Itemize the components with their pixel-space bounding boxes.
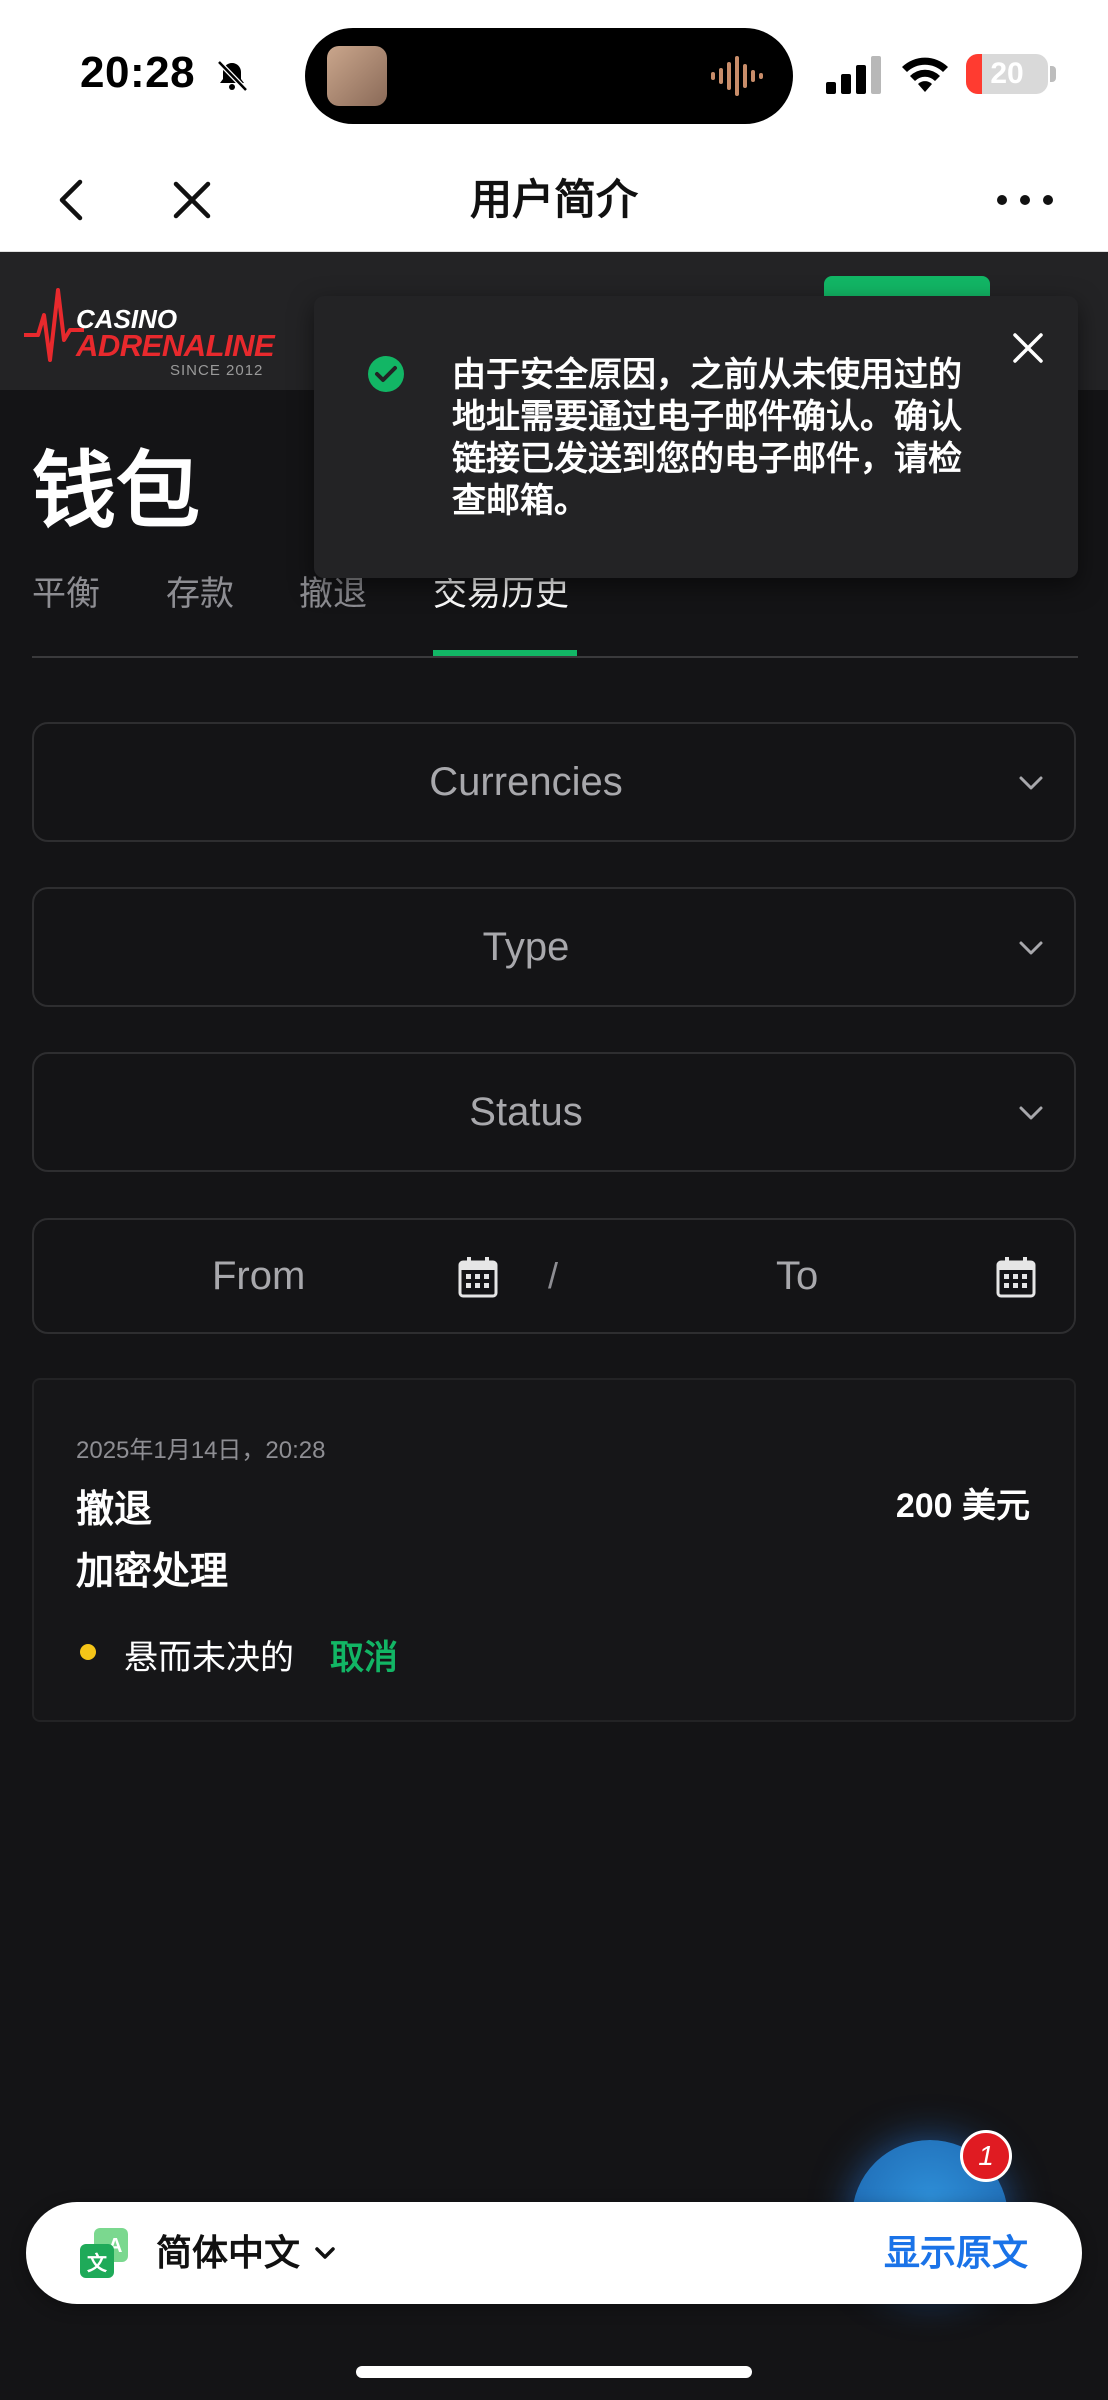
heartbeat-logo-icon [24, 288, 84, 362]
wallet-title: 钱包 [32, 444, 201, 538]
dynamic-island[interactable] [305, 28, 793, 124]
tab-balance[interactable]: 平衡 [32, 566, 100, 615]
transaction-method: 加密处理 [76, 1551, 229, 1593]
calendar-icon[interactable] [996, 1256, 1036, 1298]
status-bar: 20:28 20 [0, 0, 1108, 148]
cancel-transaction-link[interactable]: 取消 [330, 1630, 398, 1679]
translate-bar: A 文 简体中文 显示原文 [26, 2202, 1082, 2304]
tab-deposit[interactable]: 存款 [166, 566, 234, 615]
signal-icon [826, 56, 881, 94]
date-to-field[interactable]: To [776, 1220, 818, 1332]
transaction-amount: 200 美元 [895, 1487, 1030, 1525]
transaction-status: 悬而未决的 [124, 1639, 294, 1677]
close-icon[interactable] [162, 170, 222, 230]
close-icon[interactable] [1010, 330, 1046, 366]
media-thumbnail [327, 46, 387, 106]
chevron-down-icon [1019, 941, 1043, 955]
check-circle-icon [368, 356, 404, 392]
translate-icon: A 文 [80, 2228, 128, 2278]
date-range-filter: From / To [32, 1218, 1076, 1334]
toast-message: 由于安全原因，之前从未使用过的地址需要通过电子邮件确认。确认链接已发送到您的电子… [452, 356, 962, 520]
chat-badge: 1 [960, 2130, 1012, 2182]
status-select-label: Status [469, 1090, 583, 1134]
wifi-icon [902, 57, 948, 92]
status-select[interactable]: Status [32, 1052, 1076, 1172]
active-tab-indicator [433, 650, 577, 656]
bell-slash-icon [217, 60, 248, 92]
notification-toast: 由于安全原因，之前从未使用过的地址需要通过电子邮件确认。确认链接已发送到您的电子… [314, 296, 1078, 578]
svg-text:文: 文 [87, 2251, 108, 2275]
transaction-date: 2025年1月14日，20:28 [76, 1437, 326, 1464]
nav-bar: 用户简介 [0, 148, 1108, 252]
battery-text: 20 [990, 57, 1024, 90]
transaction-card: 2025年1月14日，20:28 撤退 加密处理 200 美元 悬而未决的 取消 [32, 1378, 1076, 1722]
site-logo[interactable]: CASINO ADRENALINE SINCE 2012 [24, 270, 275, 379]
status-time: 20:28 [80, 48, 196, 97]
status-dot [80, 1644, 96, 1660]
transaction-type: 撤退 [76, 1489, 153, 1531]
date-separator: / [548, 1255, 559, 1296]
translate-language[interactable]: 简体中文 [156, 2202, 300, 2304]
currencies-select[interactable]: Currencies [32, 722, 1076, 842]
back-arrow-icon[interactable] [44, 170, 104, 230]
battery-cap [1050, 66, 1056, 82]
logo-adrenaline-text: ADRENALINE [76, 328, 275, 363]
logo-since-text: SINCE 2012 [170, 362, 264, 379]
date-from-field[interactable]: From [212, 1220, 305, 1332]
chevron-down-icon[interactable] [314, 2244, 336, 2262]
home-indicator[interactable] [356, 2366, 752, 2378]
currencies-select-label: Currencies [429, 760, 623, 804]
battery-icon: 20 [966, 54, 1048, 94]
chevron-down-icon [1019, 1106, 1043, 1120]
more-icon[interactable] [992, 178, 1058, 222]
chevron-down-icon [1019, 776, 1043, 790]
show-original-button[interactable]: 显示原文 [884, 2202, 1028, 2304]
type-select[interactable]: Type [32, 887, 1076, 1007]
audio-wave-icon [711, 56, 763, 96]
calendar-icon[interactable] [458, 1256, 498, 1298]
type-select-label: Type [482, 925, 570, 969]
